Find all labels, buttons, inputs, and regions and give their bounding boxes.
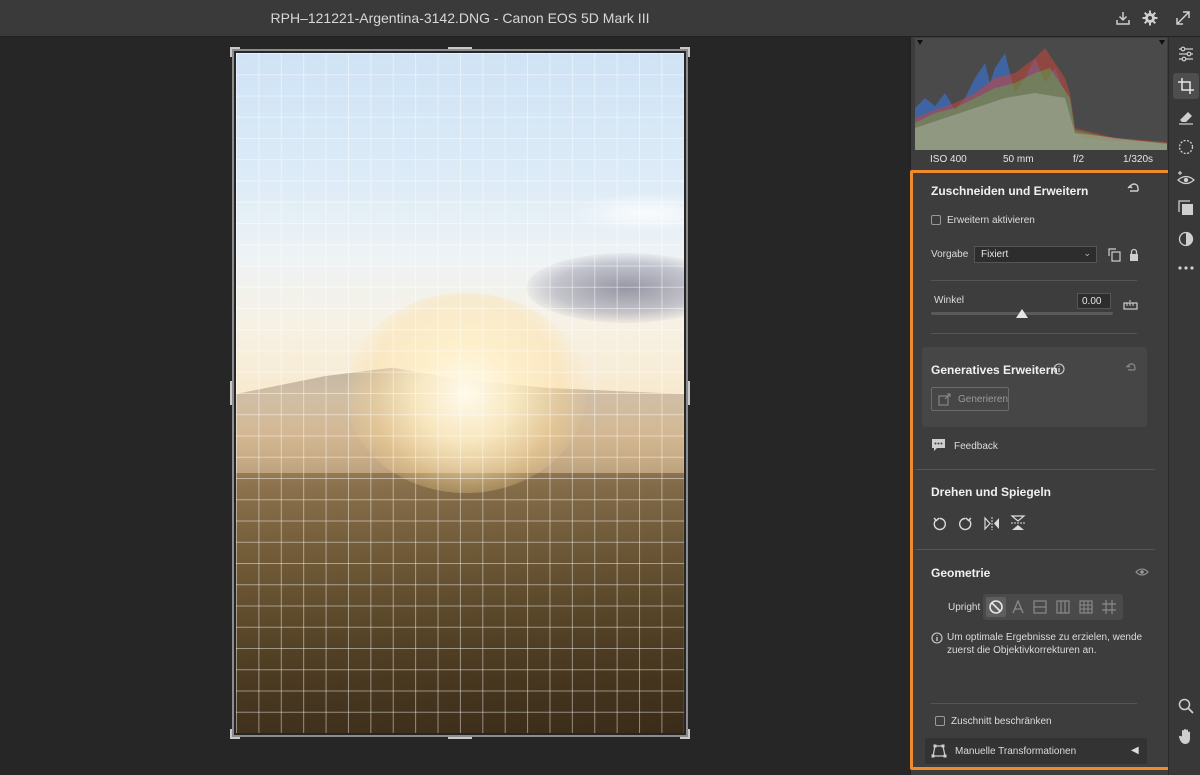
rotate-left-icon[interactable] <box>932 516 947 531</box>
no-entry-icon <box>989 600 1003 614</box>
transform-icon <box>931 744 947 758</box>
zoom-icon[interactable] <box>1177 697 1195 715</box>
divider <box>931 280 1137 281</box>
info-icon <box>931 632 943 644</box>
window-title: RPH–121221-Argentina-3142.DNG - Canon EO… <box>270 10 650 26</box>
manual-transform-label: Manuelle Transformationen <box>955 746 1077 757</box>
crop-section-title: Zuschneiden und Erweitern <box>931 184 1089 198</box>
chevron-left-icon: ◀ <box>1131 745 1139 756</box>
exif-focal: 50 mm <box>1003 154 1034 165</box>
rotate-right-icon[interactable] <box>958 516 973 531</box>
divider <box>915 469 1155 470</box>
crop-handle-left[interactable] <box>230 381 232 405</box>
divider <box>915 549 1155 550</box>
upright-off-button[interactable] <box>986 597 1006 617</box>
flip-vertical-icon[interactable] <box>1010 515 1026 531</box>
exif-iso: ISO 400 <box>930 154 967 165</box>
crop-handle-bottom-right-v[interactable] <box>688 729 690 739</box>
upright-auto-button[interactable] <box>1008 597 1028 617</box>
upright-level-button[interactable] <box>1030 597 1050 617</box>
vertical-icon <box>1056 600 1070 614</box>
crop-icon[interactable] <box>1177 77 1195 95</box>
eraser-icon[interactable] <box>1177 108 1195 126</box>
exif-aperture: f/2 <box>1073 154 1085 165</box>
swap-orientation-icon[interactable] <box>1108 248 1122 262</box>
angle-slider-thumb[interactable] <box>1016 309 1028 318</box>
generate-button[interactable]: Generieren <box>931 387 1009 411</box>
constrain-crop-checkbox[interactable] <box>935 716 945 726</box>
constrain-crop-label: Zuschnitt beschränken <box>951 716 1052 727</box>
rotate-section-title: Drehen und Spiegeln <box>931 485 1052 499</box>
red-eye-icon[interactable] <box>1177 170 1195 188</box>
upright-guided-button[interactable] <box>1099 597 1119 617</box>
upright-full-button[interactable] <box>1076 597 1096 617</box>
exif-info: ISO 400 50 mm f/2 1/320s <box>915 150 1167 170</box>
presets-icon[interactable] <box>1177 199 1195 217</box>
level-icon <box>1033 600 1047 614</box>
expand-checkbox-label: Erweitern aktivieren <box>947 215 1035 226</box>
auto-a-icon <box>1012 599 1024 614</box>
expand-checkbox[interactable] <box>931 215 941 225</box>
lock-icon[interactable] <box>1128 248 1140 262</box>
guided-icon <box>1102 600 1116 614</box>
manual-transform-row[interactable]: Manuelle Transformationen ◀ <box>925 738 1147 764</box>
reset-icon[interactable] <box>1125 363 1138 375</box>
crop-handle-top-right-v[interactable] <box>688 47 690 57</box>
crop-handle-bottom[interactable] <box>448 737 472 739</box>
histogram <box>915 38 1167 150</box>
crop-frame[interactable] <box>230 47 690 739</box>
hand-icon[interactable] <box>1177 727 1195 745</box>
geometry-hint-line1: Um optimale Ergebnisse zu erzielen, wend… <box>947 632 1143 643</box>
full-grid-icon <box>1079 600 1093 614</box>
visibility-eye-icon[interactable] <box>1135 567 1149 577</box>
generative-section-title: Generatives Erweitern <box>931 363 1058 377</box>
angle-input[interactable]: 0.00 <box>1077 293 1111 309</box>
snapshots-icon[interactable] <box>1177 230 1195 248</box>
tool-strip <box>1168 37 1200 775</box>
reset-icon[interactable] <box>1127 183 1141 197</box>
info-icon[interactable] <box>1053 363 1065 375</box>
upright-button-group <box>983 594 1123 620</box>
upright-label: Upright <box>948 602 981 613</box>
generate-icon <box>938 393 951 406</box>
preset-select-value: Fixiert <box>981 249 1009 260</box>
gear-icon[interactable] <box>1141 9 1159 27</box>
flip-horizontal-icon[interactable] <box>984 516 1000 531</box>
chevron-down-icon: ⌄ <box>1083 248 1091 258</box>
preset-select[interactable]: Fixiert ⌄ <box>974 246 1097 263</box>
edit-sliders-icon[interactable] <box>1177 45 1195 63</box>
crop-handle-right[interactable] <box>688 381 690 405</box>
preset-label: Vorgabe <box>931 249 969 260</box>
exif-shutter: 1/320s <box>1123 154 1154 165</box>
feedback-icon[interactable] <box>931 438 946 452</box>
save-icon[interactable] <box>1114 9 1132 27</box>
title-bar: RPH–121221-Argentina-3142.DNG - Canon EO… <box>0 0 1200 37</box>
more-options-icon[interactable] <box>1177 259 1195 277</box>
upright-vertical-button[interactable] <box>1053 597 1073 617</box>
geometry-section-title: Geometrie <box>931 566 991 580</box>
crop-handle-bottom-left-v[interactable] <box>230 729 232 739</box>
straighten-tool-icon[interactable] <box>1123 299 1138 311</box>
feedback-link[interactable]: Feedback <box>954 441 998 452</box>
geometry-hint-line2: zuerst die Objektivkorrekturen an. <box>947 645 1097 656</box>
generate-button-label: Generieren <box>958 394 1009 405</box>
divider <box>931 703 1137 704</box>
fullscreen-icon[interactable] <box>1174 9 1192 27</box>
crop-handle-top[interactable] <box>448 47 472 49</box>
crop-handle-top-left-v[interactable] <box>230 47 232 57</box>
mask-icon[interactable] <box>1177 138 1195 156</box>
angle-label: Winkel <box>934 295 965 306</box>
divider <box>931 333 1137 334</box>
